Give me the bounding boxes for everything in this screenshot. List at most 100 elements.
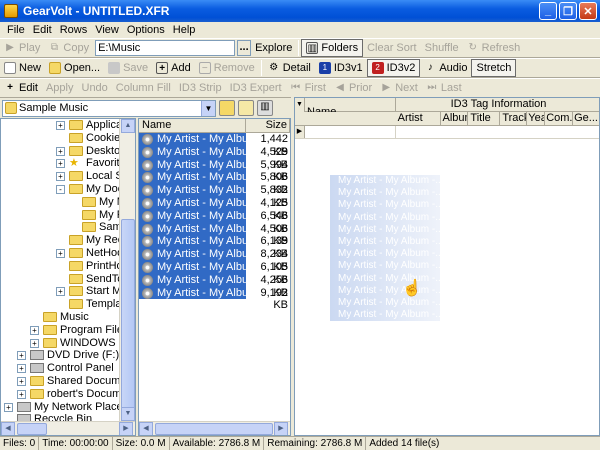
tree-item[interactable]: + robert's Documents <box>1 388 135 401</box>
tree-item[interactable]: My Recen <box>1 234 135 247</box>
tree-item[interactable]: + My Network Places <box>1 401 135 414</box>
audio-button[interactable]: ♪ Audio <box>420 59 471 77</box>
apply-button[interactable]: Apply <box>42 79 78 97</box>
tree-item[interactable]: + WINDOWS <box>1 337 135 350</box>
comment-column-header[interactable]: Com... <box>545 112 574 125</box>
expand-icon[interactable]: + <box>17 351 26 361</box>
tree-scroll-thumb[interactable] <box>121 219 135 409</box>
close-button[interactable]: ✕ <box>579 2 597 20</box>
artist-column-header[interactable]: Artist <box>396 112 441 125</box>
tree-item[interactable]: Samp <box>1 221 135 234</box>
tree-item[interactable]: PrintHood <box>1 260 135 273</box>
tree-hscroll-thumb[interactable] <box>17 423 47 435</box>
tree-item[interactable]: + ★ Favorites <box>1 157 135 170</box>
path-input[interactable]: E:\Music <box>95 40 236 56</box>
tree-item[interactable]: + Local Set <box>1 170 135 183</box>
file-horizontal-scrollbar[interactable]: ◀ ▶ <box>139 421 290 435</box>
folder-up-icon[interactable] <box>219 100 235 116</box>
expand-icon[interactable]: + <box>17 389 26 399</box>
title-column-header[interactable]: Title <box>468 112 501 125</box>
tree-item[interactable]: Cookies <box>1 132 135 145</box>
remove-button[interactable]: − Remove <box>195 59 259 77</box>
edit-button[interactable]: + Edit <box>0 79 42 97</box>
year-column-header[interactable]: Year <box>527 112 546 125</box>
genre-column-header[interactable]: Ge... <box>573 112 599 125</box>
stretch-button[interactable]: Stretch <box>471 59 517 77</box>
new-button[interactable]: New <box>0 59 45 77</box>
minimize-button[interactable]: _ <box>539 2 557 20</box>
play-button[interactable]: ▶ Play <box>0 39 44 57</box>
tree-item[interactable]: + Program Files <box>1 324 135 337</box>
id3-strip-button[interactable]: ID3 Strip <box>175 79 226 97</box>
file-row[interactable]: My Artist - My Album -... 5,806 KB <box>139 171 290 196</box>
file-row[interactable]: My Artist - My Album -... 4,256 KB <box>139 273 290 299</box>
file-hscroll-thumb[interactable] <box>155 423 273 435</box>
file-row[interactable]: My Artist - My Album -... 8,234 KB <box>139 248 290 273</box>
restore-button[interactable]: ❐ <box>559 2 577 20</box>
expand-icon[interactable]: + <box>56 172 65 182</box>
size-column-header[interactable]: Size <box>246 119 290 132</box>
delete-icon[interactable]: ▥ <box>257 100 273 116</box>
add-button[interactable]: + Add <box>152 59 195 77</box>
expand-icon[interactable]: + <box>56 248 65 258</box>
tree-item[interactable]: + Applicatio <box>1 119 135 132</box>
tree-item[interactable]: Music <box>1 311 135 324</box>
tree-item[interactable]: + Start Mer <box>1 285 135 298</box>
menu-view[interactable]: View <box>91 24 123 36</box>
scroll-up-arrow-icon[interactable]: ▲ <box>121 119 135 133</box>
id3v2-button[interactable]: 2 ID3v2 <box>366 59 421 77</box>
file-row[interactable]: My Artist - My Album -... 5,832 KB <box>139 184 290 209</box>
expand-icon[interactable]: + <box>30 338 39 348</box>
id3-empty-row[interactable]: ▶ <box>295 126 599 139</box>
expand-icon[interactable]: + <box>4 402 13 412</box>
id3-expert-button[interactable]: ID3 Expert <box>226 79 286 97</box>
explore-button[interactable]: Explore <box>251 39 296 57</box>
album-column-header[interactable]: Album <box>441 112 469 125</box>
tree-item[interactable]: + Shared Documents <box>1 375 135 388</box>
open-button[interactable]: Open... <box>45 59 104 77</box>
file-row[interactable]: My Artist - My Album -... 1,442 KB <box>139 133 290 158</box>
tree-item[interactable]: Template <box>1 298 135 311</box>
id3-cell[interactable] <box>305 126 396 138</box>
expand-icon[interactable]: + <box>56 146 65 156</box>
new-folder-icon[interactable] <box>238 100 254 116</box>
tree-item[interactable]: + Desktop <box>1 145 135 158</box>
first-button[interactable]: ⏮ First <box>286 79 330 97</box>
scroll-right-arrow-icon[interactable]: ▶ <box>274 422 288 435</box>
chevron-down-icon[interactable]: ▼ <box>201 100 215 116</box>
menu-options[interactable]: Options <box>123 24 169 36</box>
file-row[interactable]: My Artist - My Album -... 4,529 KB <box>139 145 290 171</box>
folder-combo[interactable]: Sample Music ▼ <box>2 99 216 117</box>
last-button[interactable]: ⏭ Last <box>422 79 466 97</box>
file-row[interactable]: My Artist - My Album -... 6,105 KB <box>139 260 290 286</box>
scroll-left-arrow-icon[interactable]: ◀ <box>139 422 153 435</box>
copy-button[interactable]: ⧉ Copy <box>44 39 93 57</box>
name-column-header[interactable]: Name <box>139 119 247 132</box>
browse-button[interactable]: ... <box>237 40 252 56</box>
file-row[interactable]: My Artist - My Album -... 9,192 KB <box>139 286 290 311</box>
column-fill-button[interactable]: Column Fill <box>112 79 175 97</box>
expand-icon[interactable]: + <box>56 287 65 297</box>
detail-button[interactable]: ⚙ Detail <box>264 59 315 77</box>
menu-file[interactable]: File <box>3 24 29 36</box>
tree-item[interactable]: - My Docu <box>1 183 135 196</box>
expand-icon[interactable]: + <box>56 159 65 169</box>
tree-item[interactable]: + NetHood <box>1 247 135 260</box>
clear-sort-button[interactable]: Clear Sort <box>363 39 421 57</box>
expand-icon[interactable]: + <box>17 376 26 386</box>
expand-icon[interactable]: + <box>17 364 26 374</box>
tree-item[interactable]: My Pi <box>1 209 135 222</box>
scroll-right-arrow-icon[interactable]: ▶ <box>119 422 133 435</box>
tree-item[interactable]: My M <box>1 196 135 209</box>
tree-horizontal-scrollbar[interactable]: ◀ ▶ <box>1 421 135 435</box>
save-button[interactable]: Save <box>104 59 152 77</box>
file-row[interactable]: My Artist - My Album -... 5,994 KB <box>139 158 290 183</box>
menu-rows[interactable]: Rows <box>56 24 92 36</box>
expand-icon[interactable]: + <box>30 325 39 335</box>
tree-item[interactable]: SendTo <box>1 273 135 286</box>
track-column-header[interactable]: Track <box>500 112 528 125</box>
expand-icon[interactable]: + <box>56 121 65 130</box>
file-row[interactable]: My Artist - My Album -... 6,139 KB <box>139 235 290 260</box>
refresh-button[interactable]: ↻ Refresh <box>463 39 525 57</box>
shuffle-button[interactable]: Shuffle <box>421 39 463 57</box>
